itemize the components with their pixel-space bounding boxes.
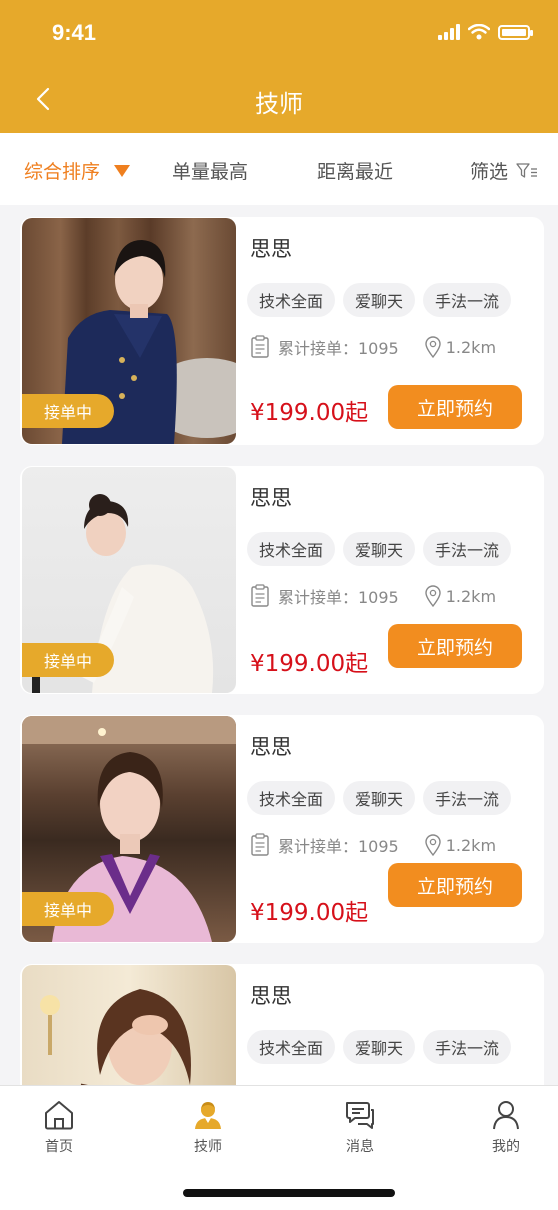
tab-home[interactable]: 首页 (19, 1100, 99, 1156)
book-now-button[interactable]: 立即预约 (388, 385, 522, 429)
distance: 1.2km (425, 336, 496, 358)
tag: 爱聊天 (343, 1030, 416, 1064)
technician-meta: 累计接单：1095 1.2km (250, 335, 496, 359)
status-time: 9:41 (52, 20, 97, 45)
document-icon (251, 833, 269, 856)
status-badge: 接单中 (22, 643, 114, 677)
screen-filter[interactable]: 筛选 (470, 157, 538, 184)
home-indicator (183, 1189, 395, 1197)
tag: 手法一流 (423, 1030, 512, 1064)
status-icons (438, 24, 533, 40)
status-badge: 接单中 (22, 892, 114, 926)
tag-list: 技术全面 爱聊天 手法一流 (247, 283, 512, 317)
sort-filter[interactable]: 综合排序 (24, 157, 131, 184)
distance-label: 1.2km (445, 586, 497, 606)
tag-list: 技术全面 爱聊天 手法一流 (247, 781, 512, 815)
tag-list: 技术全面 爱聊天 手法一流 (247, 532, 512, 566)
quantity-filter[interactable]: 单量最高 (172, 157, 248, 184)
tab-technician[interactable]: 技师 (168, 1100, 248, 1156)
technician-meta: 累计接单：1095 1.2km (250, 584, 496, 608)
technician-photo: 接单中 (22, 467, 236, 693)
tag: 爱聊天 (343, 781, 416, 815)
document-icon (251, 584, 269, 607)
technician-list[interactable]: 接单中 思思 技术全面 爱聊天 手法一流 累计接单：1095 1.2km ¥19… (0, 205, 558, 1085)
book-now-button[interactable]: 立即预约 (388, 863, 522, 907)
technician-icon (195, 1102, 221, 1129)
tab-profile-label: 我的 (492, 1139, 520, 1155)
page-title: 技师 (255, 90, 303, 118)
technician-card[interactable]: 接单中 思思 技术全面 爱聊天 手法一流 累计接单：1095 1.2km ¥19… (20, 217, 544, 445)
technician-card[interactable]: 接单中 思思 技术全面 爱聊天 手法一流 累计接单：1095 1.2km ¥19… (20, 466, 544, 694)
tab-home-label: 首页 (45, 1139, 73, 1155)
signal-icon (438, 24, 460, 40)
wifi-icon (468, 24, 490, 40)
distance-label: 1.2km (445, 835, 497, 855)
tab-messages-label: 消息 (346, 1139, 374, 1155)
screen-filter-label: 筛选 (470, 161, 509, 183)
tab-profile[interactable]: 我的 (466, 1100, 546, 1156)
technician-card[interactable]: 接单中 思思 技术全面 爱聊天 手法一流 累计接单：1095 1.2km ¥19… (20, 715, 544, 943)
tag: 手法一流 (423, 532, 512, 566)
technician-photo (22, 965, 236, 1085)
tag: 爱聊天 (343, 532, 416, 566)
technician-meta: 累计接单：1095 1.2km (250, 833, 496, 857)
order-count: 累计接单：1095 (250, 335, 399, 359)
tag: 爱聊天 (343, 283, 416, 317)
order-count: 累计接单：1095 (250, 584, 399, 608)
battery-icon (498, 25, 533, 40)
distance: 1.2km (425, 585, 496, 607)
distance: 1.2km (425, 834, 496, 856)
tag: 技术全面 (247, 532, 336, 566)
technician-card[interactable]: 思思 技术全面 爱聊天 手法一流 (20, 964, 544, 1085)
tag: 手法一流 (423, 283, 512, 317)
tag: 手法一流 (423, 781, 512, 815)
tab-messages[interactable]: 消息 (320, 1100, 400, 1156)
document-icon (251, 335, 269, 358)
distance-label: 1.2km (445, 337, 497, 357)
order-count: 累计接单：1095 (250, 833, 399, 857)
order-count-label: 累计接单：1095 (278, 588, 399, 607)
header: 9:41 技师 (0, 0, 558, 133)
tag: 技术全面 (247, 283, 336, 317)
profile-icon (493, 1101, 519, 1130)
location-pin-icon (425, 834, 441, 856)
status-badge: 接单中 (22, 394, 114, 428)
distance-filter[interactable]: 距离最近 (317, 157, 393, 184)
technician-name: 思思 (250, 486, 292, 510)
order-count-label: 累计接单：1095 (278, 837, 399, 856)
filter-icon (516, 162, 538, 178)
technician-photo: 接单中 (22, 218, 236, 444)
technician-name: 思思 (250, 237, 292, 261)
technician-name: 思思 (250, 984, 292, 1008)
price: ¥199.00起 (250, 400, 369, 426)
technician-name: 思思 (250, 735, 292, 759)
tag: 技术全面 (247, 1030, 336, 1064)
location-pin-icon (425, 585, 441, 607)
technician-photo: 接单中 (22, 716, 236, 942)
tab-technician-label: 技师 (194, 1139, 222, 1155)
order-count-label: 累计接单：1095 (278, 339, 399, 358)
book-now-button[interactable]: 立即预约 (388, 624, 522, 668)
caret-down-icon (114, 164, 131, 177)
tag: 技术全面 (247, 781, 336, 815)
price: ¥199.00起 (250, 651, 369, 677)
price: ¥199.00起 (250, 900, 369, 926)
message-icon (346, 1102, 374, 1129)
location-pin-icon (425, 336, 441, 358)
tag-list: 技术全面 爱聊天 手法一流 (247, 1030, 512, 1064)
sort-filter-label: 综合排序 (24, 161, 101, 183)
home-icon (45, 1101, 73, 1130)
filter-bar: 综合排序 单量最高 距离最近 筛选 (0, 133, 558, 205)
